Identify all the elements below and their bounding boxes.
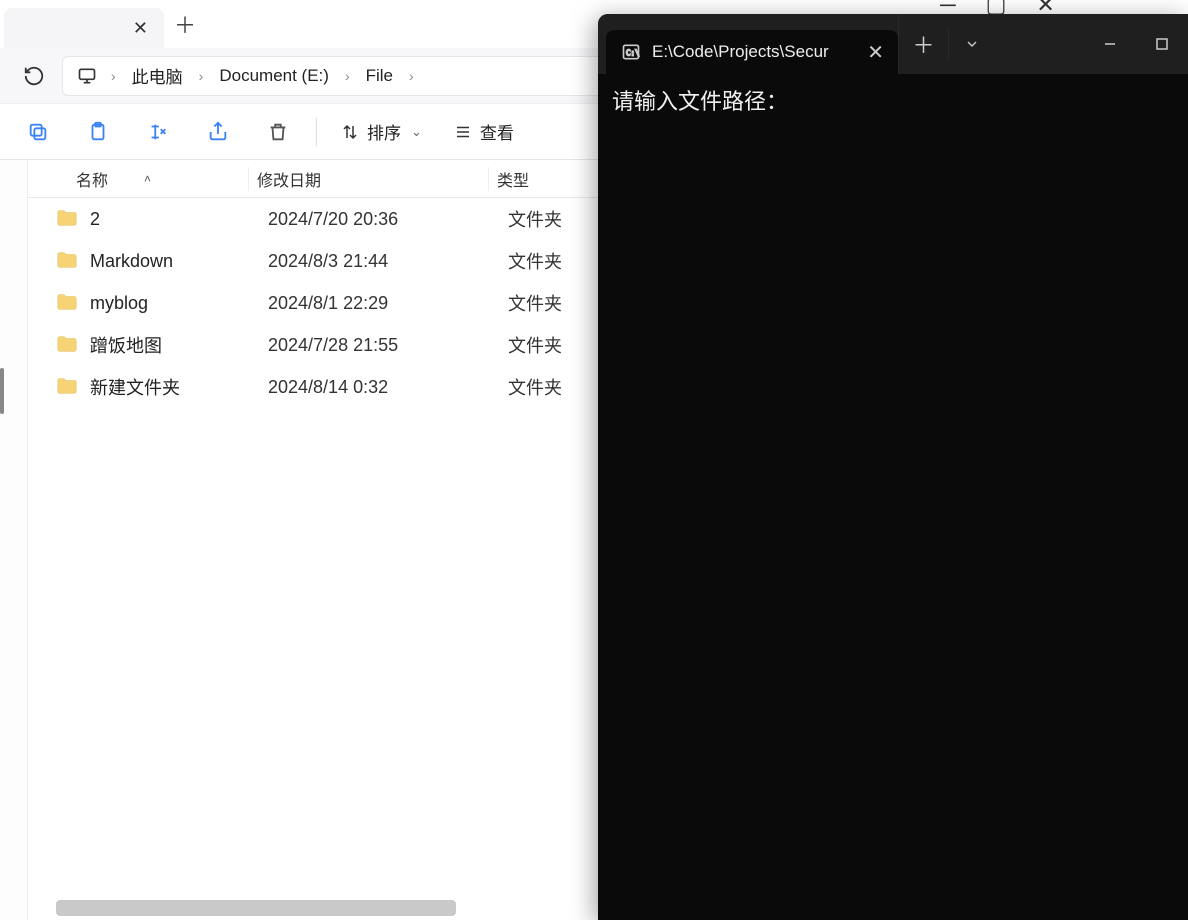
column-header-type[interactable]: 类型 — [488, 167, 608, 191]
refresh-button[interactable] — [16, 58, 52, 94]
refresh-icon — [23, 65, 45, 87]
close-icon[interactable]: ✕ — [129, 16, 152, 41]
copy-icon — [27, 121, 49, 143]
file-date: 2024/8/14 0:32 — [268, 377, 508, 398]
share-icon — [207, 121, 229, 143]
folder-icon — [56, 250, 80, 272]
rename-icon — [147, 121, 169, 143]
file-date: 2024/8/1 22:29 — [268, 293, 508, 314]
terminal-body[interactable]: 请输入文件路径： — [598, 74, 1188, 126]
explorer-tab[interactable]: ✕ — [4, 8, 164, 48]
folder-icon — [56, 292, 80, 314]
nav-selection-indicator — [0, 368, 4, 414]
column-header-type-label: 类型 — [497, 173, 529, 190]
terminal-output-line: 请输入文件路径： — [612, 84, 1174, 116]
chevron-down-icon: ⌄ — [411, 124, 422, 140]
maximize-icon — [1155, 37, 1169, 51]
terminal-dropdown-button[interactable] — [949, 14, 995, 74]
minimize-button[interactable] — [1084, 14, 1136, 74]
chevron-right-icon: › — [193, 68, 210, 84]
file-name: 2 — [90, 209, 268, 230]
file-name: Markdown — [90, 251, 268, 272]
monitor-icon — [73, 66, 101, 86]
cmd-icon: C:\ — [620, 41, 642, 63]
sort-icon — [341, 123, 359, 141]
minimize-icon — [1103, 37, 1117, 51]
column-header-name-label: 名称 — [76, 167, 108, 191]
share-button[interactable] — [196, 110, 240, 154]
trash-icon — [267, 121, 289, 143]
file-date: 2024/7/28 21:55 — [268, 335, 508, 356]
sort-button[interactable]: 排序 ⌄ — [333, 110, 430, 154]
terminal-window-controls — [1084, 14, 1188, 74]
folder-icon — [56, 208, 80, 230]
column-header-date[interactable]: 修改日期 — [248, 167, 488, 191]
paste-button[interactable] — [76, 110, 120, 154]
folder-icon — [56, 334, 80, 356]
delete-button[interactable] — [256, 110, 300, 154]
chevron-right-icon: › — [105, 68, 122, 84]
column-header-date-label: 修改日期 — [257, 173, 321, 190]
file-date: 2024/8/3 21:44 — [268, 251, 508, 272]
file-name: 蹭饭地图 — [90, 332, 268, 358]
file-name: 新建文件夹 — [90, 374, 268, 400]
breadcrumb-item[interactable]: Document (E:) — [213, 66, 335, 86]
chevron-right-icon: › — [403, 68, 420, 84]
terminal-tab[interactable]: C:\ E:\Code\Projects\Secur ✕ — [606, 30, 898, 74]
nav-pane[interactable] — [0, 160, 28, 920]
sort-indicator-icon: ˄ — [144, 172, 151, 186]
copy-button[interactable] — [16, 110, 60, 154]
view-list-icon — [454, 123, 472, 141]
svg-text:C:\: C:\ — [626, 48, 640, 57]
new-tab-button[interactable]: ＋ — [166, 5, 204, 43]
view-button[interactable]: 查看 — [446, 110, 522, 154]
folder-icon — [56, 376, 80, 398]
rename-button[interactable] — [136, 110, 180, 154]
terminal-title-bar[interactable]: C:\ E:\Code\Projects\Secur ✕ ＋ — [598, 14, 1188, 74]
terminal-tab-title: E:\Code\Projects\Secur — [652, 42, 853, 62]
clipboard-icon — [87, 121, 109, 143]
breadcrumb-item[interactable]: 此电脑 — [126, 63, 189, 88]
divider — [316, 118, 317, 146]
terminal-window: C:\ E:\Code\Projects\Secur ✕ ＋ 请输入文件路径： — [598, 14, 1188, 920]
close-icon[interactable]: ✕ — [863, 38, 888, 67]
chevron-down-icon — [964, 36, 980, 52]
horizontal-scrollbar[interactable] — [56, 900, 456, 916]
breadcrumb-item[interactable]: File — [360, 66, 399, 86]
chevron-right-icon: › — [339, 68, 356, 84]
file-date: 2024/7/20 20:36 — [268, 209, 508, 230]
sort-label: 排序 — [367, 119, 401, 144]
file-name: myblog — [90, 293, 268, 314]
column-header-name[interactable]: 名称 ˄ — [28, 167, 248, 191]
view-label: 查看 — [480, 119, 514, 144]
terminal-new-tab-button[interactable]: ＋ — [898, 14, 948, 74]
maximize-button[interactable] — [1136, 14, 1188, 74]
